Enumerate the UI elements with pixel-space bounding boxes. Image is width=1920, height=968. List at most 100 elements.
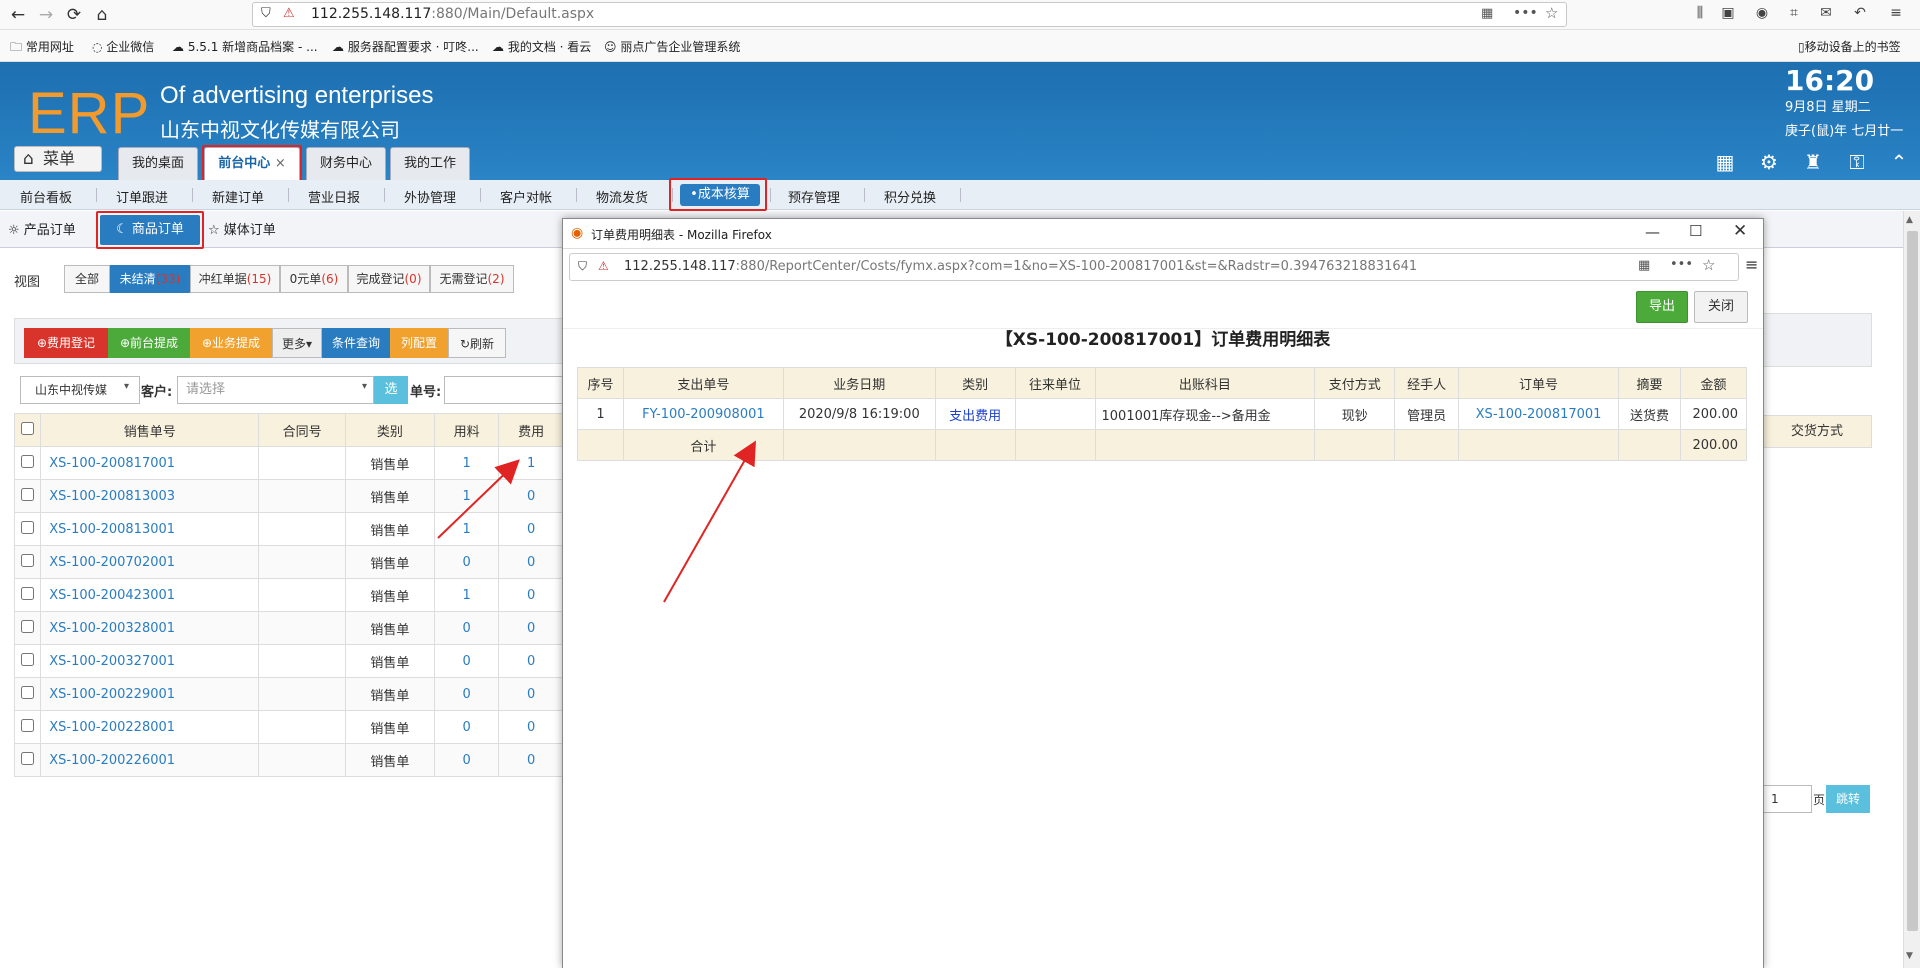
- table-row[interactable]: XS-100-200813001 销售单 1 0: [13, 512, 564, 546]
- material-count-link[interactable]: 0: [433, 677, 500, 711]
- material-count-link[interactable]: 1: [433, 578, 500, 612]
- fee-count-link[interactable]: 0: [498, 611, 564, 645]
- scroll-thumb[interactable]: [1907, 231, 1918, 931]
- business-commission-button[interactable]: ⊕业务提成: [190, 328, 272, 358]
- address-bar[interactable]: ⛉ ⚠ 112.255.148.117:880/Main/Default.asp…: [252, 2, 1567, 27]
- mobile-bookmarks[interactable]: ▯移动设备上的书签: [1798, 38, 1901, 55]
- sales-order-link[interactable]: XS-100-200228001: [40, 710, 260, 744]
- gear-icon[interactable]: ⚙: [1756, 150, 1782, 176]
- fee-count-link[interactable]: 0: [498, 479, 564, 513]
- tab-finance[interactable]: 财务中心: [306, 147, 386, 180]
- bookmark-5[interactable]: ☁ 我的文档 · 看云: [492, 38, 591, 55]
- more-icon[interactable]: •••: [1513, 5, 1538, 21]
- nav-front-board[interactable]: 前台看板: [20, 187, 72, 206]
- more-button[interactable]: 更多▾: [272, 328, 322, 358]
- category-link[interactable]: 支出费用: [934, 398, 1016, 430]
- material-count-link[interactable]: 1: [433, 512, 500, 546]
- star-icon[interactable]: ☆: [1545, 4, 1558, 22]
- column-header[interactable]: 费用: [498, 413, 564, 447]
- page-input[interactable]: 1: [1762, 785, 1812, 813]
- column-header-delivery[interactable]: 交货方式: [1762, 415, 1872, 448]
- close-button[interactable]: 关闭: [1694, 291, 1748, 323]
- collapse-icon[interactable]: ⌃: [1886, 150, 1912, 176]
- filter-done[interactable]: 完成登记(0): [348, 265, 430, 293]
- table-row[interactable]: XS-100-200702001 销售单 0 0: [13, 545, 564, 579]
- row-checkbox[interactable]: [13, 710, 42, 744]
- column-config-button[interactable]: 列配置: [390, 328, 448, 358]
- home-icon[interactable]: ⌂: [90, 3, 114, 27]
- filter-unsettled[interactable]: 未结清(33): [110, 265, 190, 293]
- order-no-link[interactable]: XS-100-200817001: [1458, 398, 1619, 430]
- table-row[interactable]: XS-100-200423001 销售单 1 0: [13, 578, 564, 612]
- company-select[interactable]: 山东中视传媒: [20, 376, 140, 404]
- row-checkbox[interactable]: [13, 644, 42, 678]
- material-count-link[interactable]: 0: [433, 611, 500, 645]
- filter-noneed[interactable]: 无需登记(2): [430, 265, 514, 293]
- column-header[interactable]: 销售单号: [40, 413, 260, 447]
- fee-count-link[interactable]: 0: [498, 677, 564, 711]
- nav-outsource[interactable]: 外协管理: [404, 187, 456, 206]
- minimize-icon[interactable]: —: [1645, 223, 1660, 241]
- export-button[interactable]: 导出: [1636, 291, 1688, 323]
- table-row[interactable]: XS-100-200327001 销售单 0 0: [13, 644, 564, 678]
- sales-order-link[interactable]: XS-100-200229001: [40, 677, 260, 711]
- more-icon[interactable]: •••: [1670, 257, 1693, 272]
- material-count-link[interactable]: 0: [433, 710, 500, 744]
- close-window-icon[interactable]: ✕: [1733, 221, 1747, 241]
- row-checkbox[interactable]: [13, 446, 42, 480]
- sales-order-link[interactable]: XS-100-200702001: [40, 545, 260, 579]
- reload-icon[interactable]: ⟳: [62, 3, 86, 27]
- bookmark-4[interactable]: ☁ 服务器配置要求 · 叮咚...: [332, 38, 479, 55]
- bookmark-2[interactable]: ◌ 企业微信: [92, 38, 154, 55]
- bookmark-1[interactable]: 🗀 常用网址: [10, 38, 74, 59]
- row-checkbox[interactable]: [13, 611, 42, 645]
- fee-count-link[interactable]: 1: [498, 446, 564, 480]
- material-count-link[interactable]: 0: [433, 545, 500, 579]
- nav-daily-report[interactable]: 营业日报: [308, 187, 360, 206]
- order-no-input[interactable]: [444, 376, 564, 404]
- sales-order-link[interactable]: XS-100-200328001: [40, 611, 260, 645]
- bookmark-6[interactable]: ☺ 丽点广告企业管理系统: [604, 38, 740, 55]
- sales-order-link[interactable]: XS-100-200226001: [40, 743, 260, 777]
- customer-select-button[interactable]: 选: [374, 376, 408, 404]
- material-count-link[interactable]: 0: [433, 644, 500, 678]
- material-count-link[interactable]: 0: [433, 743, 500, 777]
- row-checkbox[interactable]: [13, 743, 42, 777]
- material-count-link[interactable]: 1: [433, 446, 500, 480]
- fee-count-link[interactable]: 0: [498, 743, 564, 777]
- row-checkbox[interactable]: [13, 512, 42, 546]
- query-button[interactable]: 条件查询: [322, 328, 390, 358]
- qr-code-icon[interactable]: ▦: [1638, 258, 1650, 273]
- table-row[interactable]: XS-100-200229001 销售单 0 0: [13, 677, 564, 711]
- sales-order-link[interactable]: XS-100-200423001: [40, 578, 260, 612]
- fee-count-link[interactable]: 0: [498, 512, 564, 546]
- customer-input[interactable]: 请选择: [177, 376, 374, 404]
- column-header[interactable]: 类别: [345, 413, 435, 447]
- fee-count-link[interactable]: 0: [498, 644, 564, 678]
- qr-code-icon[interactable]: ▦: [1481, 6, 1493, 21]
- filter-zero[interactable]: 0元单(6): [280, 265, 348, 293]
- table-row[interactable]: XS-100-200817001 销售单 1 1: [13, 446, 564, 480]
- popup-address-bar[interactable]: ⛉ ⚠ 112.255.148.117:880/ReportCenter/Cos…: [569, 253, 1739, 281]
- undo-icon[interactable]: ↶: [1850, 5, 1870, 25]
- nav-logistics[interactable]: 物流发货: [596, 187, 648, 206]
- table-row[interactable]: XS-100-200228001 销售单 0 0: [13, 710, 564, 744]
- front-commission-button[interactable]: ⊕前台提成: [108, 328, 190, 358]
- bookmark-3[interactable]: ☁ 5.5.1 新增商品档案 - ...: [172, 38, 318, 55]
- screenshot-icon[interactable]: ⌗: [1784, 5, 1804, 25]
- scroll-down-icon[interactable]: ▼: [1906, 951, 1913, 961]
- row-checkbox[interactable]: [13, 677, 42, 711]
- sales-order-link[interactable]: XS-100-200327001: [40, 644, 260, 678]
- filter-red[interactable]: 冲红单据(15): [190, 265, 280, 293]
- jump-button[interactable]: 跳转: [1826, 785, 1870, 813]
- tab-media-order[interactable]: ☆ 媒体订单: [208, 219, 276, 238]
- material-count-link[interactable]: 1: [433, 479, 500, 513]
- maximize-icon[interactable]: ☐: [1689, 222, 1702, 240]
- sales-order-link[interactable]: XS-100-200813001: [40, 512, 260, 546]
- refresh-button[interactable]: ↻刷新: [448, 328, 506, 358]
- row-checkbox[interactable]: [13, 479, 42, 513]
- dashboard-icon[interactable]: ▦: [1712, 150, 1738, 176]
- key-icon[interactable]: ⚿: [1844, 150, 1870, 176]
- table-row[interactable]: XS-100-200226001 销售单 0 0: [13, 743, 564, 777]
- nav-new-order[interactable]: 新建订单: [212, 187, 264, 206]
